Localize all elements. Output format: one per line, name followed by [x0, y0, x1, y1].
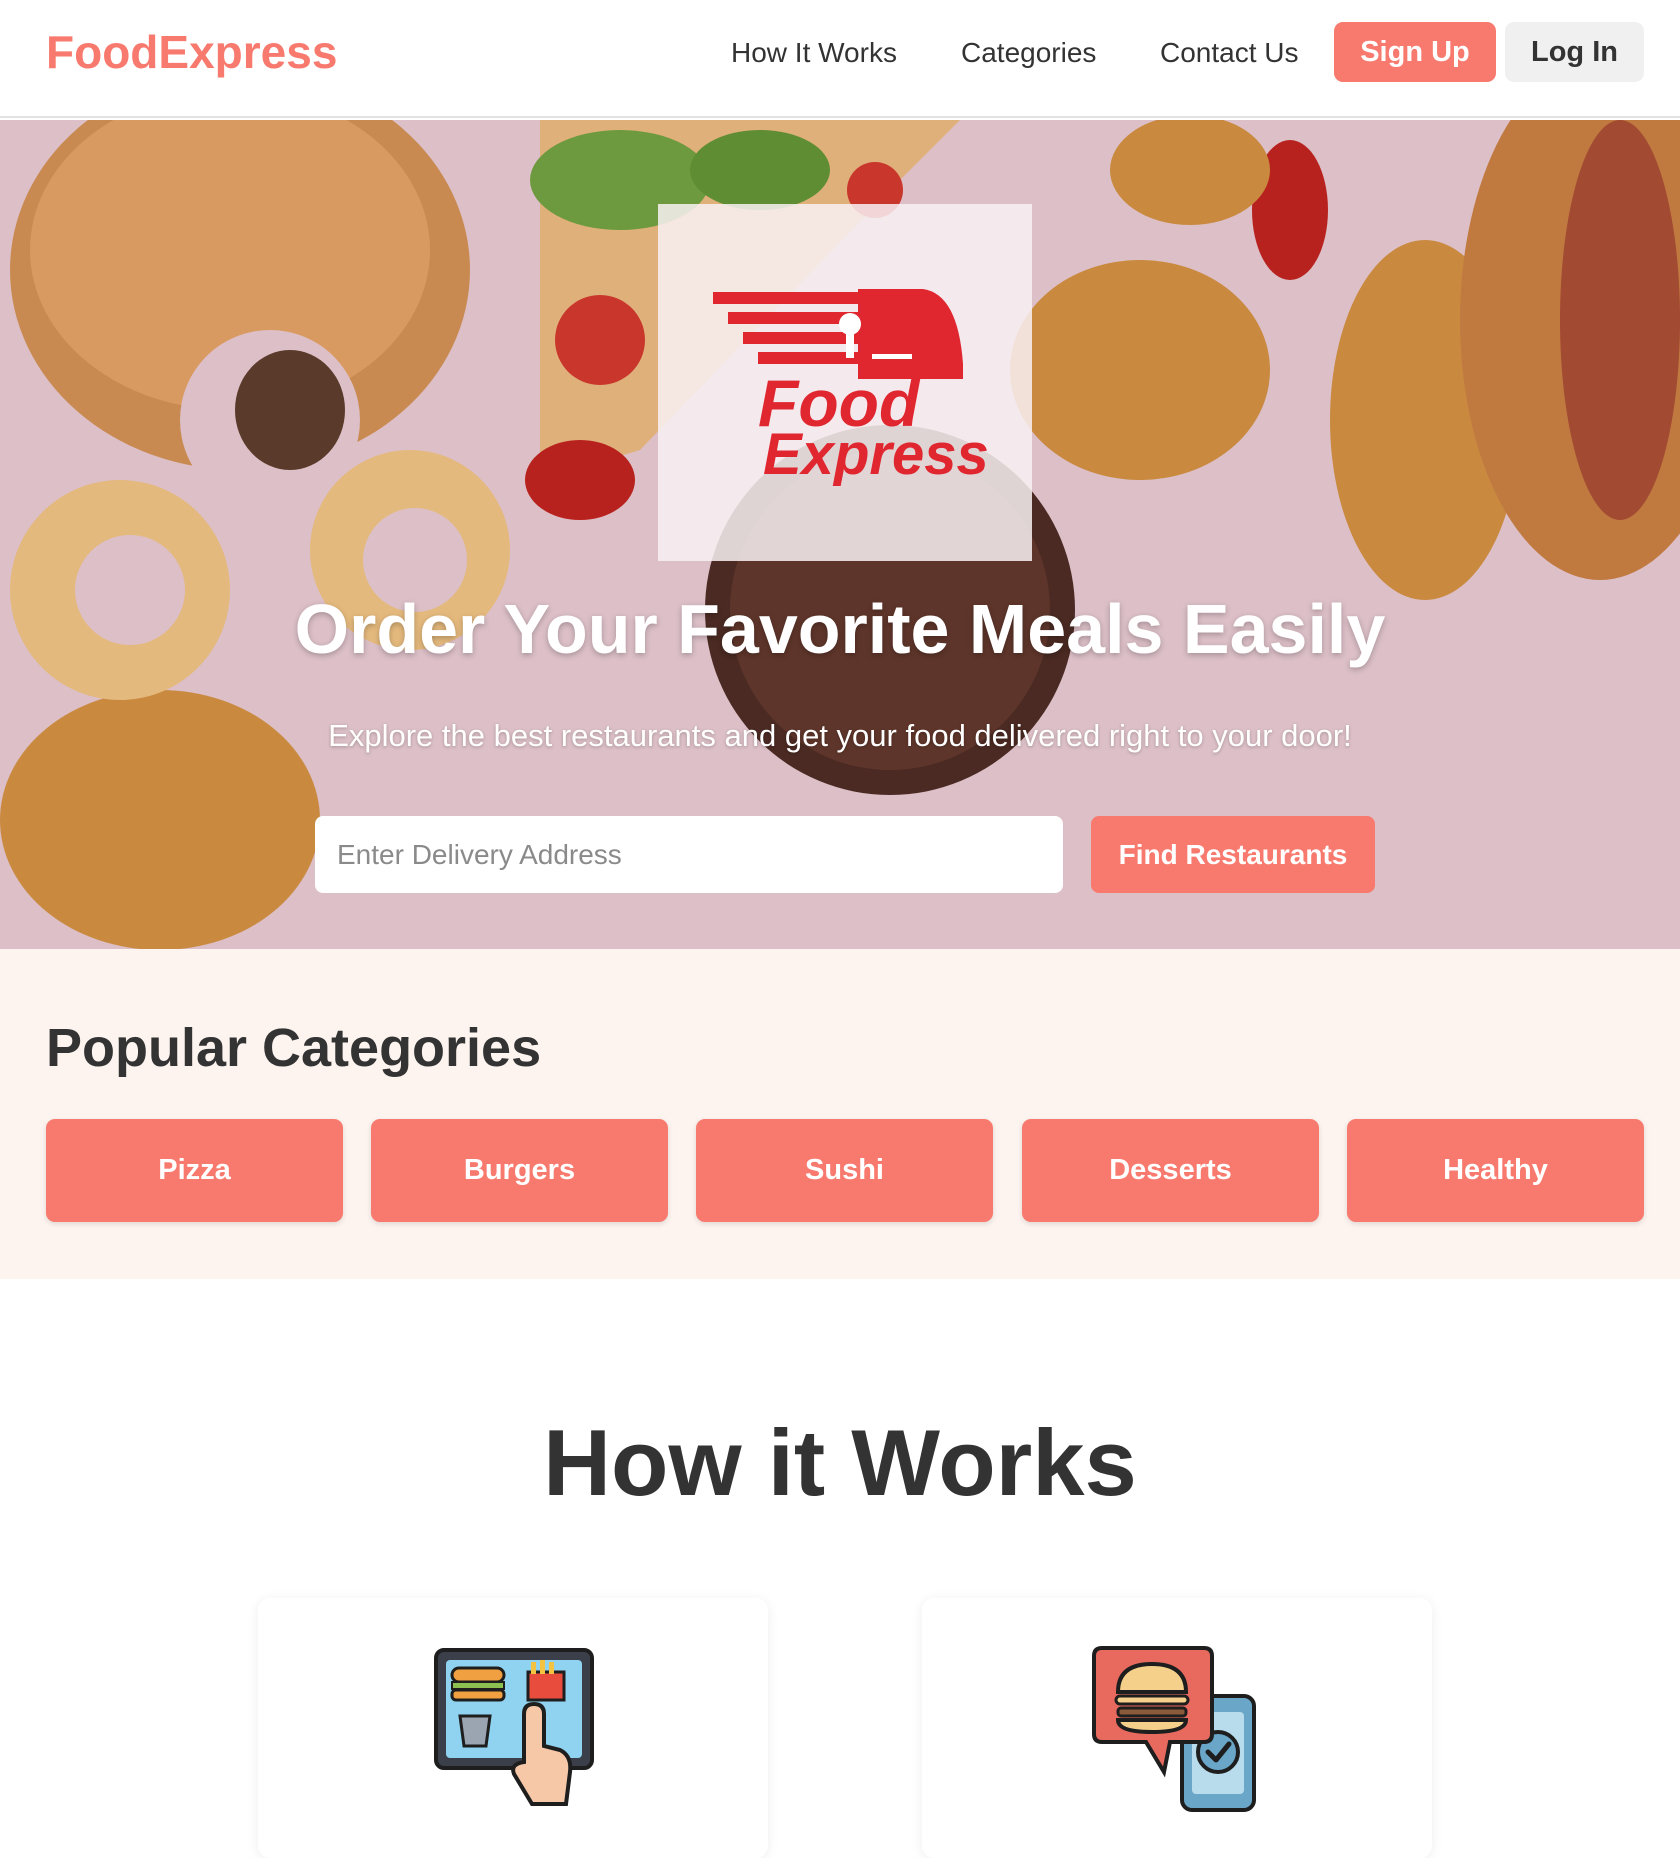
delivery-address-input[interactable]: [315, 816, 1063, 893]
hero-subtitle: Explore the best restaurants and get you…: [328, 718, 1352, 753]
navbar: FoodExpress How It Works Categories Cont…: [0, 0, 1680, 118]
log-in-button[interactable]: Log In: [1505, 22, 1644, 82]
nav-link-how-it-works[interactable]: How It Works: [731, 36, 897, 70]
sign-up-button[interactable]: Sign Up: [1334, 22, 1496, 82]
step-card-2: [922, 1598, 1432, 1858]
logo-text-express: Express: [763, 422, 989, 487]
chat-order-confirm-icon: [1092, 1646, 1256, 1812]
category-desserts[interactable]: Desserts: [1022, 1119, 1319, 1222]
how-it-works-title: How it Works: [543, 1410, 1137, 1515]
categories-title: Popular Categories: [46, 1018, 542, 1078]
speed-line: [758, 352, 873, 364]
hero-section: Food Express Order Your Favorite Meals E…: [0, 120, 1680, 949]
nav-link-categories[interactable]: Categories: [961, 36, 1096, 70]
nav-link-contact-us[interactable]: Contact Us: [1160, 36, 1299, 70]
hero-logo-box: Food Express: [658, 204, 1032, 561]
fried-chicken-image: [1010, 260, 1270, 480]
speed-line: [713, 292, 863, 304]
category-burgers[interactable]: Burgers: [371, 1119, 668, 1222]
category-pizza[interactable]: Pizza: [46, 1119, 343, 1222]
tablet-menu-order-icon: [434, 1648, 594, 1806]
popular-categories-section: Popular Categories Pizza Burgers Sushi D…: [0, 949, 1680, 1279]
step-card-1: [258, 1598, 768, 1858]
food-express-logo: Food Express: [713, 289, 989, 487]
hero-title: Order Your Favorite Meals Easily: [294, 590, 1386, 668]
find-restaurants-button[interactable]: Find Restaurants: [1091, 816, 1375, 893]
category-sushi[interactable]: Sushi: [696, 1119, 993, 1222]
brand-logo[interactable]: FoodExpress: [46, 22, 337, 82]
category-healthy[interactable]: Healthy: [1347, 1119, 1644, 1222]
